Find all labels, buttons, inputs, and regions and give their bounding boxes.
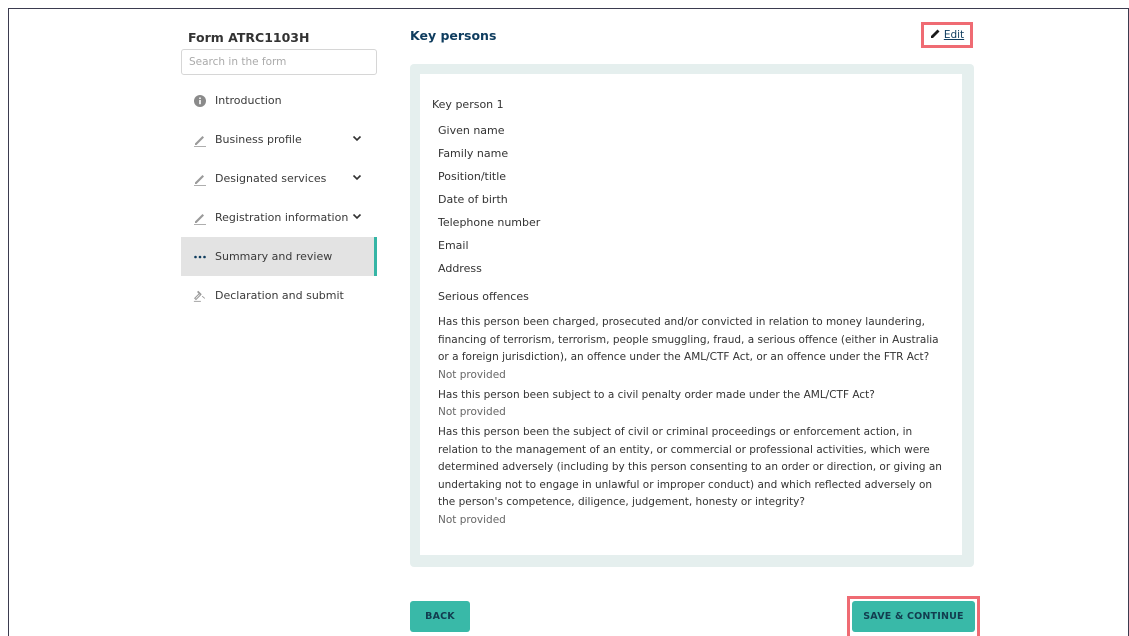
summary-card: Key person 1 Given name Family name Posi… (410, 64, 974, 567)
answer-text: Not provided (438, 513, 506, 526)
answer-text: Not provided (438, 406, 506, 418)
serious-offences-title: Serious offences (438, 290, 529, 303)
nav-item-label: Designated services (215, 172, 327, 185)
edit-link[interactable]: Edit (930, 28, 964, 42)
field-label: Position/title (438, 170, 507, 183)
nav-item-registration-information[interactable]: Registration information (181, 198, 377, 237)
gavel-icon (193, 289, 207, 303)
field-label: Address (438, 262, 482, 275)
form-title: Form ATRC1103H (188, 30, 310, 45)
main-content: Key persons Edit Key person 1 Given name… (410, 22, 974, 567)
nav-item-label: Registration information (215, 211, 349, 224)
nav-item-label: Summary and review (215, 250, 333, 263)
edit-highlight: Edit (921, 22, 973, 48)
field-label: Date of birth (438, 193, 508, 206)
field-label: Given name (438, 124, 505, 137)
nav-item-declaration-and-submit[interactable]: Declaration and submit (181, 276, 377, 315)
nav-item-label: Business profile (215, 133, 302, 146)
form-sidebar: Form ATRC1103H Introduction Business pro… (181, 30, 377, 315)
chevron-down-icon[interactable] (351, 132, 363, 144)
nav-item-business-profile[interactable]: Business profile (181, 120, 377, 159)
field-label: Telephone number (438, 216, 541, 229)
nav-item-label: Declaration and submit (215, 289, 344, 302)
field-label: Email (438, 239, 469, 252)
pencil-icon (930, 28, 941, 42)
key-person-title: Key person 1 (432, 98, 504, 111)
question-text: Has this person been charged, prosecuted… (438, 316, 939, 363)
back-button[interactable]: BACK (410, 601, 470, 632)
ellipsis-icon (193, 250, 207, 264)
nav-item-designated-services[interactable]: Designated services (181, 159, 377, 198)
form-navigation: Introduction Business profile Designated… (181, 81, 377, 315)
nav-item-introduction[interactable]: Introduction (181, 81, 377, 120)
field-label: Family name (438, 147, 509, 160)
search-input[interactable] (181, 49, 377, 75)
pencil-icon (193, 133, 207, 147)
info-icon (193, 94, 207, 108)
save-and-continue-button[interactable]: SAVE & CONTINUE (852, 601, 975, 632)
pencil-icon (193, 211, 207, 225)
section-title: Key persons (410, 28, 497, 43)
edit-label: Edit (943, 29, 965, 41)
nav-item-summary-and-review[interactable]: Summary and review (181, 237, 377, 276)
summary-card-body: Key person 1 Given name Family name Posi… (420, 74, 962, 555)
question-text: Has this person been the subject of civi… (438, 426, 942, 508)
question-text: Has this person been subject to a civil … (438, 388, 875, 401)
answer-text: Not provided (438, 368, 506, 381)
pencil-icon (193, 172, 207, 186)
chevron-down-icon[interactable] (351, 171, 363, 183)
chevron-down-icon[interactable] (351, 210, 363, 222)
nav-item-label: Introduction (215, 94, 282, 107)
